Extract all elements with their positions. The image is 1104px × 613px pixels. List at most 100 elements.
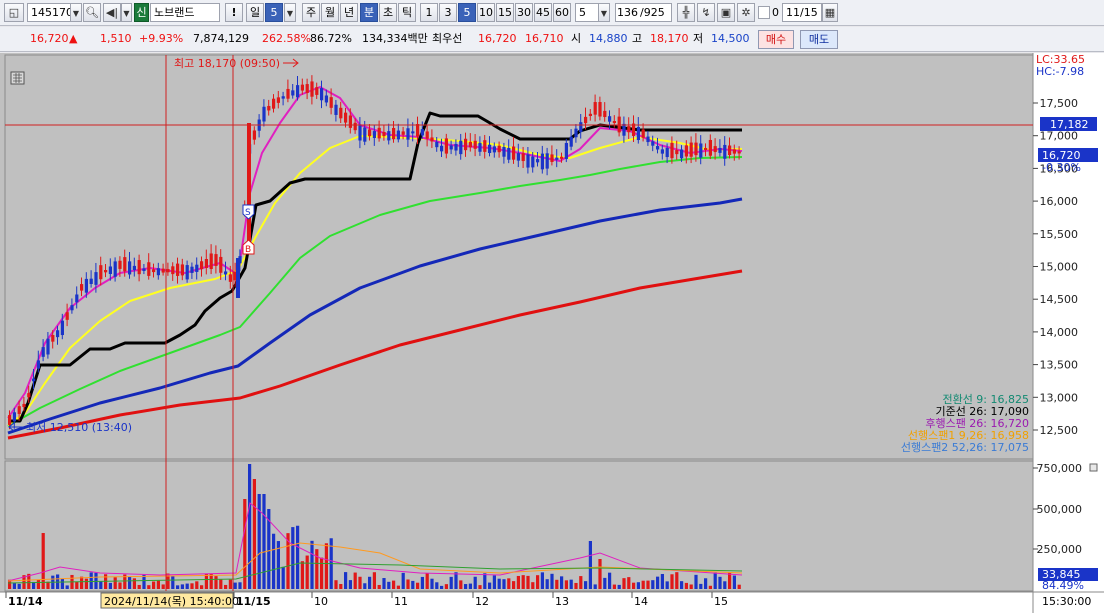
candle-down (516, 153, 520, 161)
volume-bar (310, 540, 314, 589)
replay-icon[interactable]: ↯ (697, 3, 715, 22)
interval-15-button[interactable]: 15 (496, 3, 514, 22)
volume-bar (339, 584, 343, 589)
interval-1-button[interactable]: 1 (420, 3, 438, 22)
chevron-down-icon[interactable]: ▼ (121, 3, 132, 22)
candle-up (377, 127, 381, 139)
candle-up (593, 102, 597, 115)
code-dropdown-icon[interactable]: ▼ (70, 3, 82, 22)
calendar-icon[interactable]: ▦ (822, 3, 838, 22)
interval-10-button[interactable]: 10 (477, 3, 495, 22)
volume-bar (612, 584, 616, 589)
period-tick-button[interactable]: 틱 (398, 3, 416, 22)
period-day-n[interactable]: 5 (265, 3, 283, 22)
volume-bar (689, 584, 693, 589)
price-volume-chart[interactable]: 최고 18,170 (09:50) 최저 12,510 (13:40) S B … (0, 53, 1104, 613)
volume-bar (483, 573, 487, 589)
volume-bar (521, 575, 525, 589)
low-price: 14,500 (711, 32, 750, 45)
candle-down (622, 123, 626, 136)
interval-5-button[interactable]: 5 (458, 3, 476, 22)
stock-name-field[interactable]: 노브랜드 (150, 3, 220, 22)
volume-bar (99, 580, 103, 589)
crosshair-date: 2024/11/14(목) 15:40:00 (104, 595, 239, 608)
period-month-button[interactable]: 월 (321, 3, 339, 22)
layout-icon[interactable]: ◱ (4, 3, 24, 22)
grid-icon[interactable]: ╬ (677, 3, 695, 22)
volume-bar (651, 580, 655, 589)
period-week-button[interactable]: 주 (302, 3, 320, 22)
interval-45-button[interactable]: 45 (534, 3, 552, 22)
candle-up (200, 261, 204, 270)
candle-up (353, 122, 357, 131)
warning-button[interactable]: ! (225, 3, 243, 22)
volume-bar (444, 584, 448, 589)
volume-bar (516, 575, 520, 589)
volume-tick-label: 500,000 (1037, 503, 1083, 516)
search-icon[interactable]: 🔍︎ (83, 3, 101, 22)
volume-bar (502, 579, 506, 589)
volume-bar (656, 576, 660, 589)
volume-bar (488, 582, 492, 589)
realtime-checkbox[interactable] (758, 6, 770, 19)
best-bid: 16,710 (525, 32, 564, 45)
volume-panel-toggle-icon[interactable] (1089, 463, 1098, 472)
best-quote-label: 최우선 (432, 32, 463, 45)
candle-up (228, 274, 232, 282)
volume-bar (60, 578, 64, 589)
candle-down (608, 116, 612, 122)
volume-bar (728, 572, 732, 589)
volume-bar (171, 575, 175, 589)
volume-bar (300, 561, 304, 589)
price-change-pct: +9.93% (139, 32, 184, 45)
volume-bar (603, 577, 607, 589)
candle-down (406, 128, 410, 140)
volume-bar (392, 580, 396, 589)
candle-up (27, 393, 31, 398)
interval-input[interactable]: 5 (575, 3, 599, 22)
candle-down (324, 95, 328, 103)
interval-3-button[interactable]: 3 (439, 3, 457, 22)
period-dropdown-icon[interactable]: ▼ (284, 3, 296, 22)
candle-down (320, 88, 324, 101)
candle-down (526, 154, 530, 168)
buy-button[interactable]: 매수 (758, 30, 794, 49)
volume-bar (708, 585, 712, 589)
candle-down (46, 338, 50, 355)
volume-bar (353, 572, 357, 589)
settings-icon[interactable]: ✲ (737, 3, 755, 22)
interval-dropdown-icon[interactable]: ▼ (598, 3, 610, 22)
sell-button[interactable]: 매도 (800, 30, 838, 49)
chart-area[interactable]: 최고 18,170 (09:50) 최저 12,510 (13:40) S B … (0, 53, 1104, 613)
volume-bar (660, 573, 664, 589)
volume-icon[interactable]: ◀| (103, 3, 121, 22)
candle-down (128, 261, 132, 275)
volume-bar (555, 579, 559, 589)
candle-down (108, 266, 112, 274)
period-day-button[interactable]: 일 (246, 3, 264, 22)
candle-up (713, 146, 717, 153)
period-second-button[interactable]: 초 (379, 3, 397, 22)
save-icon[interactable]: ▣ (717, 3, 735, 22)
period-year-button[interactable]: 년 (340, 3, 358, 22)
period-minute-button[interactable]: 분 (360, 3, 378, 22)
candle-up (147, 262, 151, 276)
volume-bar (454, 572, 458, 589)
price-tick-label: 13,000 (1040, 391, 1079, 404)
candle-down (478, 142, 482, 152)
stock-code-input[interactable]: 145170 (27, 3, 71, 22)
interval-60-button[interactable]: 60 (553, 3, 571, 22)
date-input[interactable]: 11/15 (782, 3, 822, 22)
volume-bar (344, 572, 348, 589)
volume-bar (315, 549, 319, 589)
candle-up (732, 149, 736, 154)
candle-down (564, 142, 568, 159)
volume-bar (377, 584, 381, 589)
candle-down (190, 266, 194, 273)
bar-count-input[interactable]: 136 (615, 3, 641, 22)
volume-bar (430, 578, 434, 589)
candle-down (41, 347, 45, 357)
candle-up (80, 284, 84, 291)
interval-30-button[interactable]: 30 (515, 3, 533, 22)
volume-bar (411, 580, 415, 589)
